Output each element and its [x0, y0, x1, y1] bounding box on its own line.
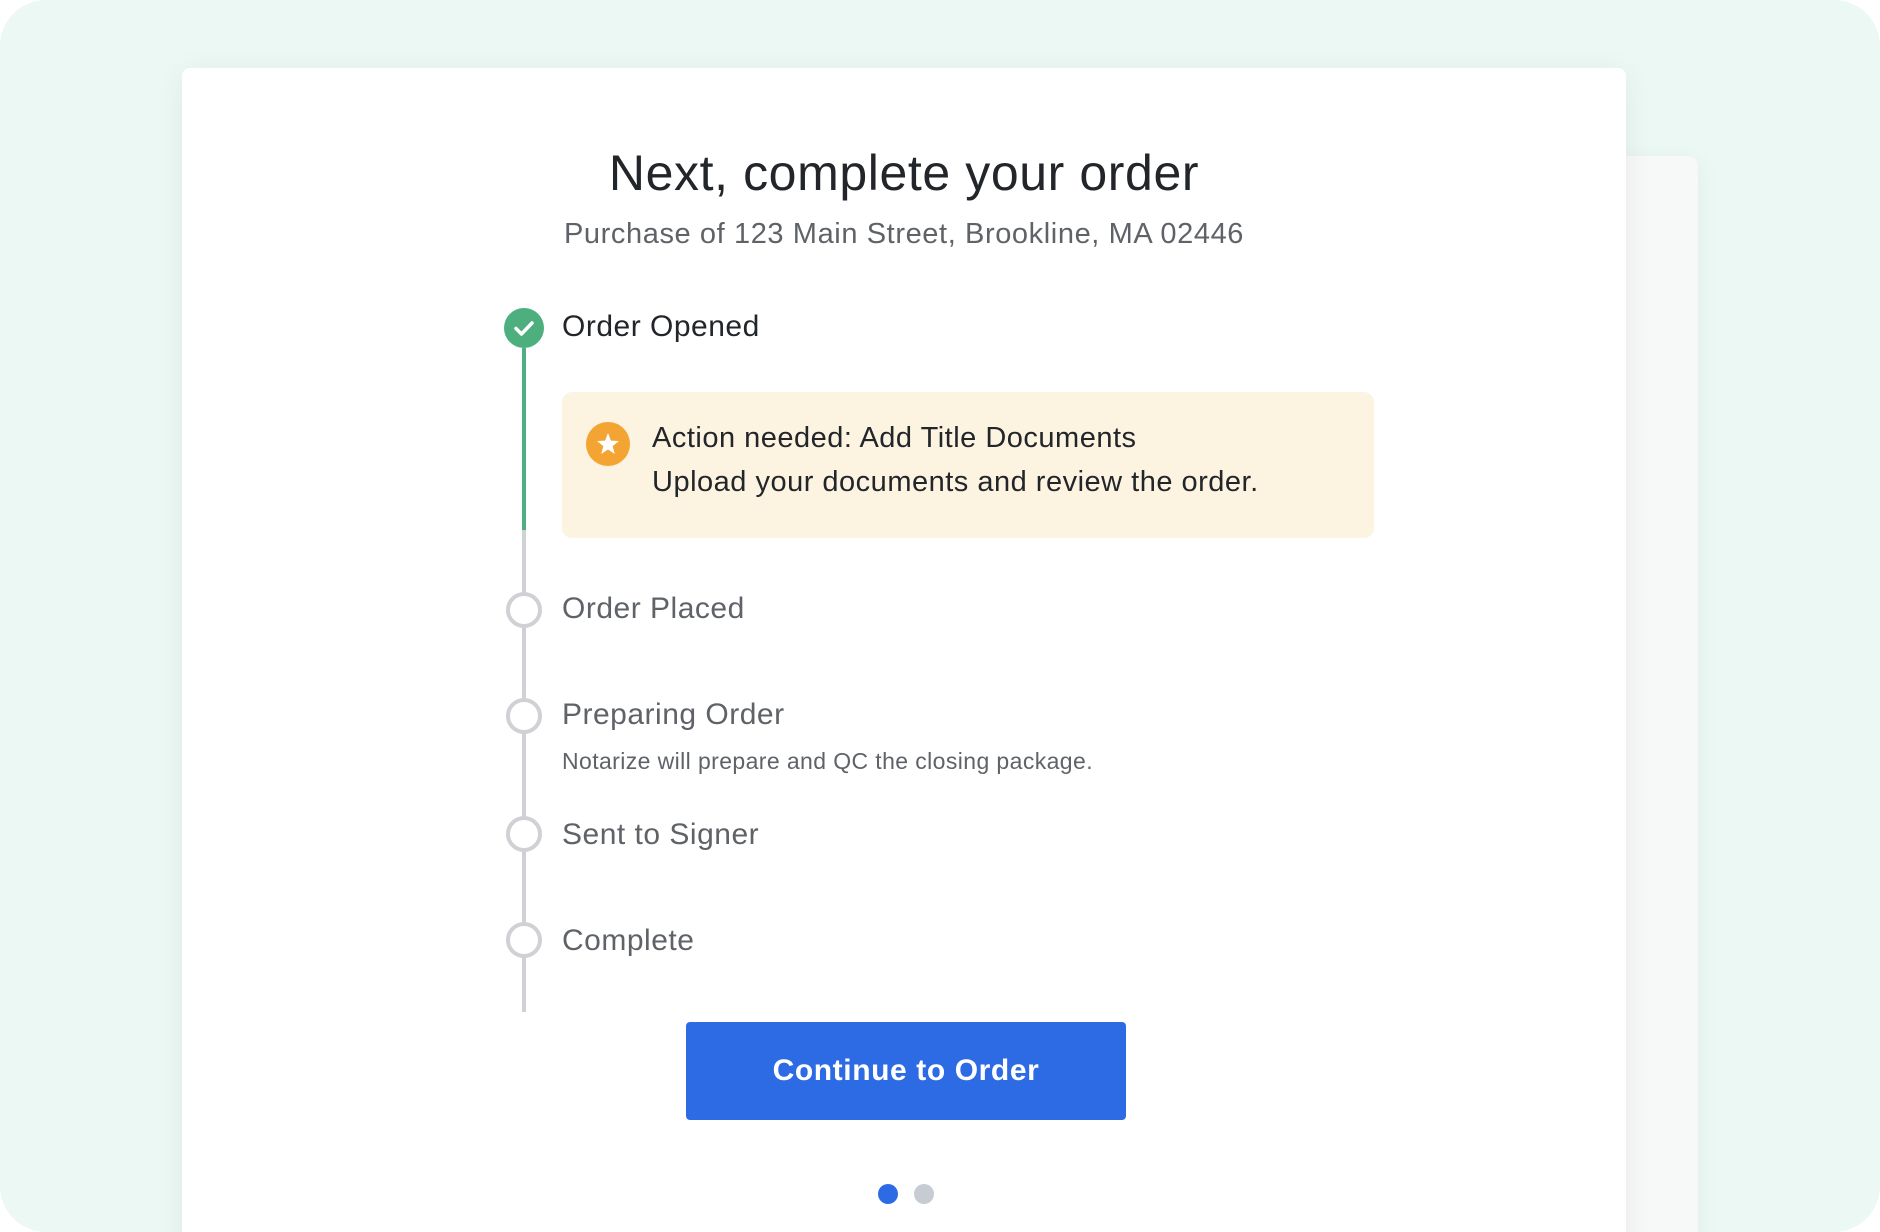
step-complete: Complete — [562, 924, 695, 957]
alert-title: Action needed: Add Title Documents — [652, 422, 1137, 454]
page-background: Next, complete your order Purchase of 12… — [0, 0, 1880, 1232]
star-icon — [586, 422, 630, 466]
step-preparing-order-description: Notarize will prepare and QC the closing… — [562, 748, 1093, 774]
order-progress-card: Next, complete your order Purchase of 12… — [182, 68, 1626, 1232]
progress-line-complete — [522, 348, 526, 530]
step-sent-to-signer: Sent to Signer — [562, 818, 760, 851]
pending-step-icon — [506, 592, 542, 628]
action-needed-alert: Action needed: Add Title Documents Uploa… — [562, 392, 1374, 538]
alert-body: Upload your documents and review the ord… — [652, 466, 1259, 498]
pending-step-icon — [506, 698, 542, 734]
property-address: Purchase of 123 Main Street, Brookline, … — [563, 218, 1245, 250]
continue-to-order-button[interactable]: Continue to Order — [686, 1022, 1126, 1120]
pagination-dot-2[interactable] — [914, 1184, 934, 1204]
page-title: Next, complete your order — [608, 145, 1200, 201]
pagination-dot-1[interactable] — [878, 1184, 898, 1204]
check-icon — [504, 308, 544, 348]
pending-step-icon — [506, 922, 542, 958]
step-preparing-order: Preparing Order — [562, 698, 785, 731]
pending-step-icon — [506, 816, 542, 852]
step-order-placed: Order Placed — [562, 592, 745, 625]
step-order-opened: Order Opened — [562, 310, 760, 343]
